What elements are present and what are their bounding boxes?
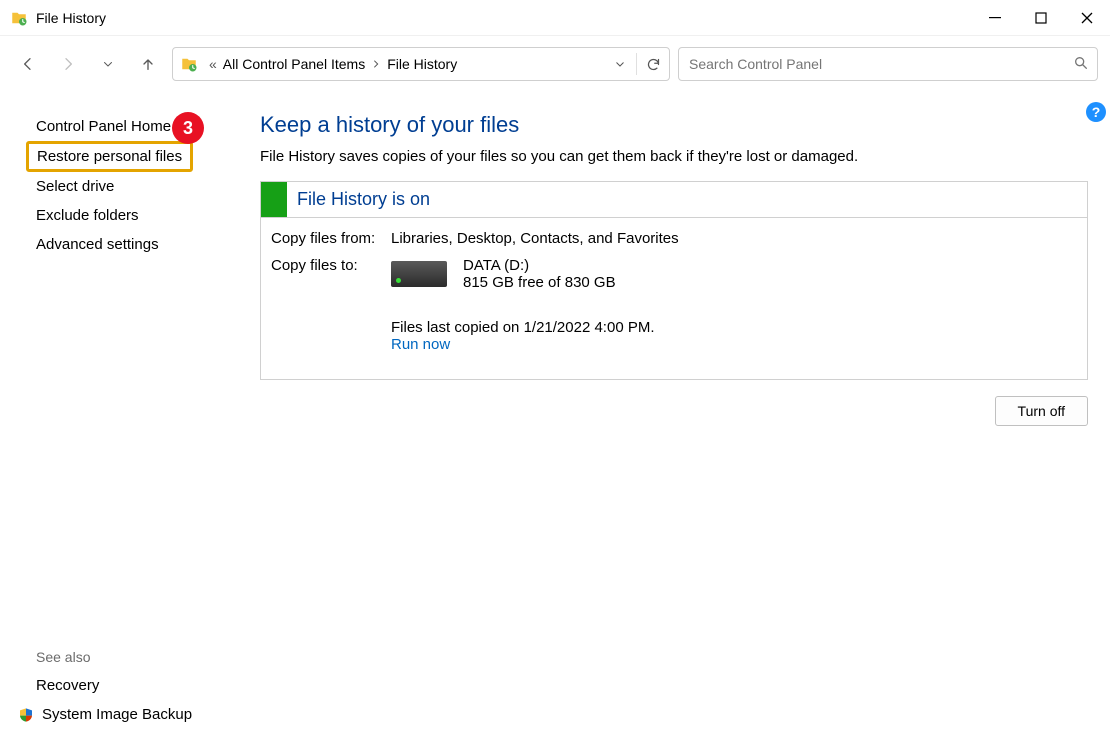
up-button[interactable] xyxy=(132,48,164,80)
overflow-chevron-icon[interactable]: « xyxy=(209,56,217,72)
sidebar-system-image-backup-label: System Image Backup xyxy=(42,706,192,723)
last-copied: Files last copied on 1/21/2022 4:00 PM. xyxy=(391,319,1077,336)
sidebar-system-image-backup[interactable]: System Image Backup xyxy=(18,700,260,729)
minimize-button[interactable] xyxy=(972,0,1018,35)
titlebar: File History xyxy=(0,0,1110,36)
search-icon[interactable] xyxy=(1073,55,1089,74)
nav-row: « All Control Panel Items File History xyxy=(0,36,1110,92)
drive-free: 815 GB free of 830 GB xyxy=(463,274,616,291)
sidebar-advanced-settings[interactable]: Advanced settings xyxy=(36,230,260,259)
search-box[interactable] xyxy=(678,47,1098,81)
window-buttons xyxy=(972,0,1110,35)
back-button[interactable] xyxy=(12,48,44,80)
copy-from-label: Copy files from: xyxy=(271,230,391,247)
status-header: File History is on xyxy=(261,182,1087,218)
maximize-button[interactable] xyxy=(1018,0,1064,35)
drive-icon xyxy=(391,261,447,287)
shield-icon xyxy=(18,707,34,723)
drive-name: DATA (D:) xyxy=(463,257,616,274)
sidebar-restore-personal-files[interactable]: Restore personal files xyxy=(26,141,193,172)
see-also-heading: See also xyxy=(36,649,260,665)
forward-button[interactable] xyxy=(52,48,84,80)
body: 3 Control Panel Home Restore personal fi… xyxy=(0,92,1110,749)
turn-off-button[interactable]: Turn off xyxy=(995,396,1088,426)
window-title: File History xyxy=(36,10,972,26)
main-content: ? Keep a history of your files File Hist… xyxy=(260,112,1110,749)
search-input[interactable] xyxy=(687,55,1073,73)
sidebar-recovery[interactable]: Recovery xyxy=(36,671,260,700)
help-icon[interactable]: ? xyxy=(1086,102,1106,122)
page-title: Keep a history of your files xyxy=(260,112,1088,138)
breadcrumb-item1[interactable]: All Control Panel Items xyxy=(223,56,365,72)
sidebar-recovery-label: Recovery xyxy=(36,677,99,694)
breadcrumb-item2[interactable]: File History xyxy=(387,56,457,72)
status-title: File History is on xyxy=(297,189,430,210)
copy-from-value: Libraries, Desktop, Contacts, and Favori… xyxy=(391,230,1077,247)
address-bar[interactable]: « All Control Panel Items File History xyxy=(172,47,670,81)
sidebar-select-drive[interactable]: Select drive xyxy=(36,172,260,201)
chevron-right-icon[interactable] xyxy=(371,56,381,72)
app-icon xyxy=(10,9,28,27)
close-button[interactable] xyxy=(1064,0,1110,35)
run-now-link[interactable]: Run now xyxy=(391,336,450,353)
annotation-badge: 3 xyxy=(172,112,204,144)
refresh-button[interactable] xyxy=(637,48,669,80)
folder-icon xyxy=(179,54,199,74)
sidebar-home[interactable]: Control Panel Home xyxy=(36,112,260,141)
status-box: File History is on Copy files from: Libr… xyxy=(260,181,1088,380)
sidebar-exclude-folders[interactable]: Exclude folders xyxy=(36,201,260,230)
address-dropdown[interactable] xyxy=(604,48,636,80)
page-description: File History saves copies of your files … xyxy=(260,148,1088,165)
recent-dropdown[interactable] xyxy=(92,48,124,80)
sidebar: 3 Control Panel Home Restore personal fi… xyxy=(0,112,260,749)
drive-block: DATA (D:) 815 GB free of 830 GB xyxy=(391,257,1077,291)
copy-to-label: Copy files to: xyxy=(271,257,391,274)
status-indicator xyxy=(261,182,287,217)
